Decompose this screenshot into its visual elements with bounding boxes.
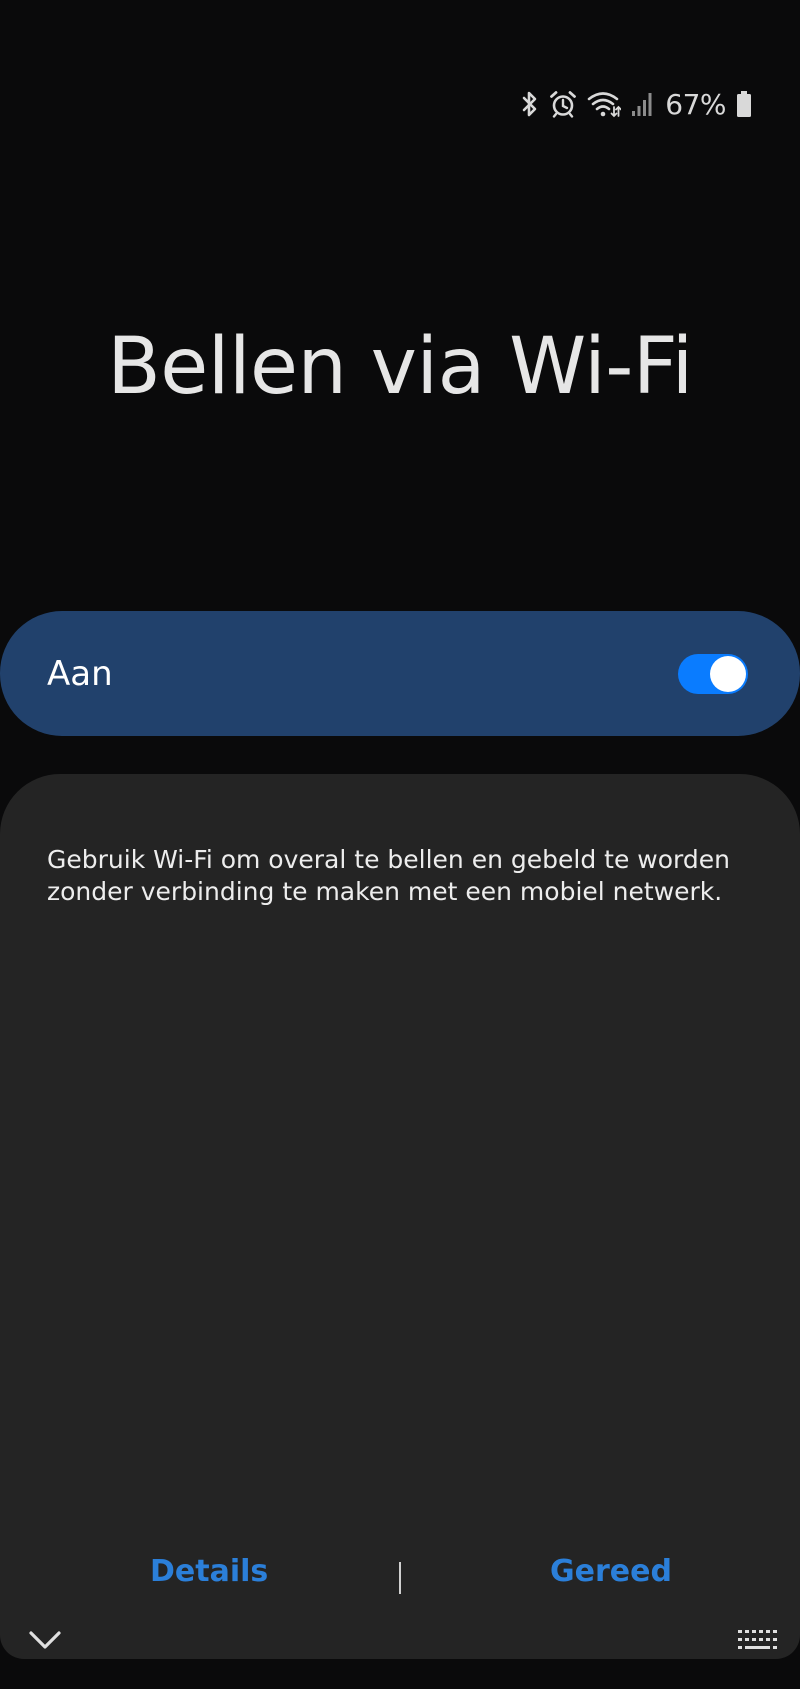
wifi-calling-switch[interactable]: [678, 653, 748, 694]
description-text: Gebruik Wi-Fi om overal te bellen en geb…: [47, 845, 730, 906]
bluetooth-icon: [521, 90, 539, 118]
page-title: Bellen via Wi-Fi: [107, 322, 693, 412]
wifi-icon: [587, 90, 622, 118]
actions-divider: [399, 1562, 401, 1594]
details-button[interactable]: Details: [150, 1554, 268, 1589]
keyboard-icon[interactable]: [736, 1628, 778, 1658]
chevron-down-icon[interactable]: [28, 1628, 62, 1656]
master-toggle-label: Aan: [47, 653, 113, 694]
battery-icon: [736, 90, 752, 118]
battery-percentage: 67%: [665, 87, 726, 121]
bottom-actions: Details Gereed: [0, 1554, 800, 1614]
signal-icon: [631, 91, 653, 117]
done-button[interactable]: Gereed: [550, 1554, 672, 1589]
content-card: Gebruik Wi-Fi om overal te bellen en geb…: [0, 774, 800, 1659]
alarm-icon: [549, 90, 577, 118]
status-bar: 67%: [521, 84, 752, 124]
master-toggle-row[interactable]: Aan: [0, 611, 800, 736]
switch-knob: [710, 655, 746, 692]
